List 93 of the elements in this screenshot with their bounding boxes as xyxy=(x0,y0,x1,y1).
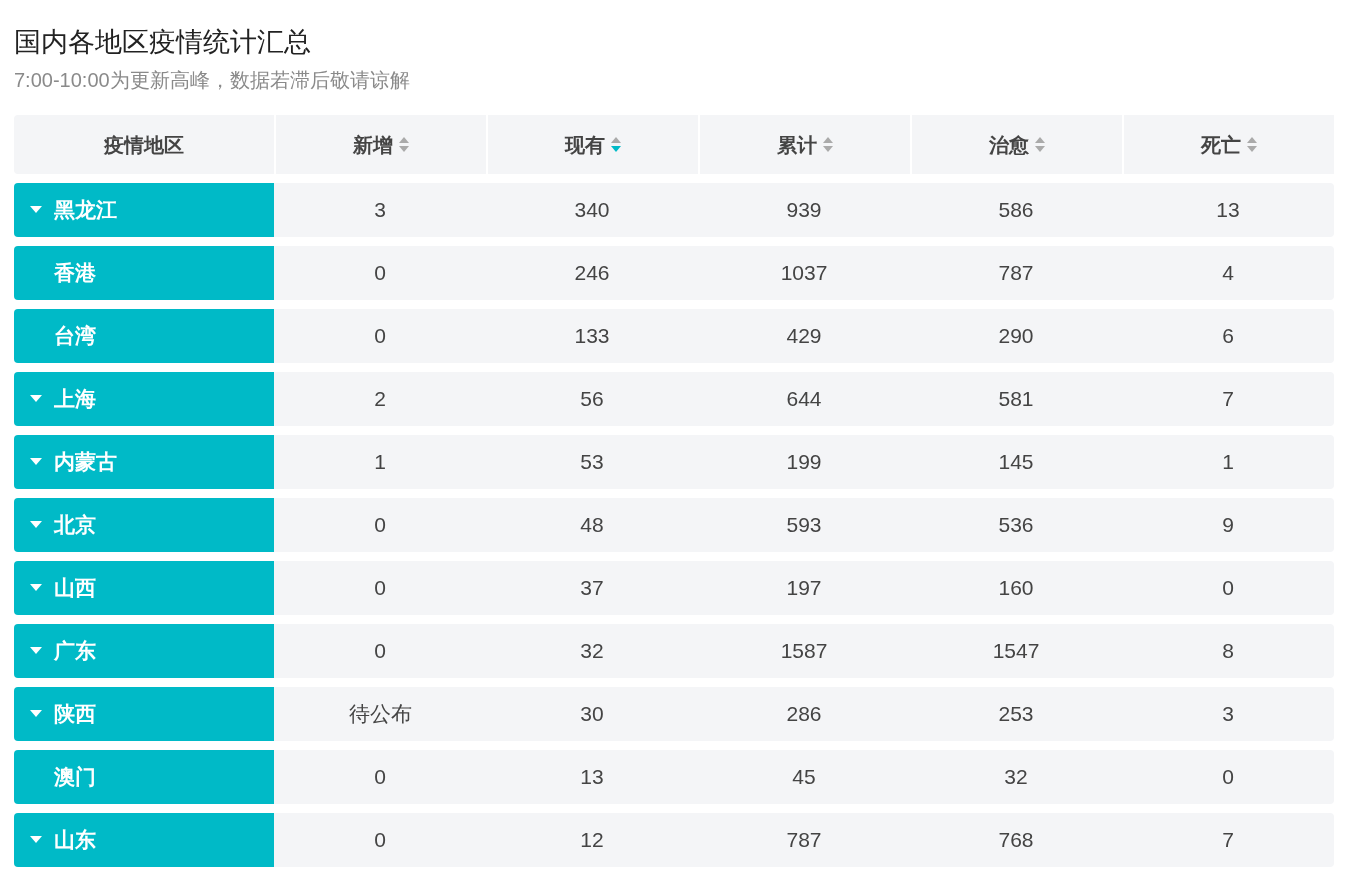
table-cell: 0 xyxy=(1122,561,1334,615)
table-cell: 0 xyxy=(274,246,486,300)
table-cell: 12 xyxy=(486,813,698,867)
table-cell: 13 xyxy=(1122,183,1334,237)
table-cell: 340 xyxy=(486,183,698,237)
table-cell: 0 xyxy=(274,309,486,363)
table-cell: 2 xyxy=(274,372,486,426)
table-cell: 253 xyxy=(910,687,1122,741)
region-name: 山西 xyxy=(54,575,96,602)
region-name: 黑龙江 xyxy=(54,197,117,224)
region-cell[interactable]: 黑龙江 xyxy=(14,183,274,237)
table-cell: 133 xyxy=(486,309,698,363)
table-cell: 0 xyxy=(274,624,486,678)
table-cell: 1037 xyxy=(698,246,910,300)
region-cell[interactable]: 山东 xyxy=(14,813,274,867)
table-cell: 37 xyxy=(486,561,698,615)
column-header[interactable]: 新增 xyxy=(274,115,486,174)
table-cell: 待公布 xyxy=(274,687,486,741)
caret-icon[interactable] xyxy=(30,836,42,844)
caret-icon[interactable] xyxy=(30,521,42,529)
table-cell: 286 xyxy=(698,687,910,741)
column-header[interactable]: 现有 xyxy=(486,115,698,174)
column-header[interactable]: 累计 xyxy=(698,115,910,174)
table-cell: 9 xyxy=(1122,498,1334,552)
table-cell: 1 xyxy=(274,435,486,489)
table-cell: 593 xyxy=(698,498,910,552)
region-cell[interactable]: 北京 xyxy=(14,498,274,552)
table-cell: 536 xyxy=(910,498,1122,552)
table-cell: 586 xyxy=(910,183,1122,237)
table-cell: 145 xyxy=(910,435,1122,489)
table-cell: 56 xyxy=(486,372,698,426)
table-cell: 32 xyxy=(486,624,698,678)
region-name: 北京 xyxy=(54,512,96,539)
table-cell: 644 xyxy=(698,372,910,426)
table-cell: 581 xyxy=(910,372,1122,426)
region-name: 广东 xyxy=(54,638,96,665)
table-cell: 246 xyxy=(486,246,698,300)
table-cell: 6 xyxy=(1122,309,1334,363)
table-cell: 30 xyxy=(486,687,698,741)
table-cell: 1587 xyxy=(698,624,910,678)
table-cell: 0 xyxy=(274,498,486,552)
region-name: 台湾 xyxy=(54,323,96,350)
region-cell[interactable]: 山西 xyxy=(14,561,274,615)
table-cell: 13 xyxy=(486,750,698,804)
table-cell: 8 xyxy=(1122,624,1334,678)
table-cell: 32 xyxy=(910,750,1122,804)
region-name: 山东 xyxy=(54,827,96,854)
table-cell: 199 xyxy=(698,435,910,489)
table-cell: 48 xyxy=(486,498,698,552)
region-cell[interactable]: 台湾 xyxy=(14,309,274,363)
table-cell: 4 xyxy=(1122,246,1334,300)
table-cell: 1547 xyxy=(910,624,1122,678)
region-cell[interactable]: 广东 xyxy=(14,624,274,678)
region-name: 内蒙古 xyxy=(54,449,117,476)
region-cell[interactable]: 香港 xyxy=(14,246,274,300)
table-cell: 787 xyxy=(910,246,1122,300)
table-cell: 0 xyxy=(1122,750,1334,804)
table-cell: 160 xyxy=(910,561,1122,615)
column-header[interactable]: 治愈 xyxy=(910,115,1122,174)
table-cell: 1 xyxy=(1122,435,1334,489)
caret-icon[interactable] xyxy=(30,458,42,466)
region-name: 香港 xyxy=(54,260,96,287)
table-cell: 7 xyxy=(1122,813,1334,867)
caret-icon[interactable] xyxy=(30,395,42,403)
table-cell: 45 xyxy=(698,750,910,804)
column-header[interactable]: 死亡 xyxy=(1122,115,1334,174)
table-cell: 939 xyxy=(698,183,910,237)
table-cell: 3 xyxy=(274,183,486,237)
table-cell: 7 xyxy=(1122,372,1334,426)
update-note: 7:00-10:00为更新高峰，数据若滞后敬请谅解 xyxy=(14,68,411,93)
table-cell: 3 xyxy=(1122,687,1334,741)
caret-icon[interactable] xyxy=(30,206,42,214)
table-cell: 0 xyxy=(274,813,486,867)
region-name: 陕西 xyxy=(54,701,96,728)
region-cell[interactable]: 澳门 xyxy=(14,750,274,804)
table-cell: 53 xyxy=(486,435,698,489)
region-name: 上海 xyxy=(54,386,96,413)
table-cell: 0 xyxy=(274,750,486,804)
region-cell[interactable]: 陕西 xyxy=(14,687,274,741)
table-cell: 768 xyxy=(910,813,1122,867)
column-header: 疫情地区 xyxy=(14,115,274,174)
region-name: 澳门 xyxy=(54,764,96,791)
page-title: 国内各地区疫情统计汇总 xyxy=(14,26,312,59)
caret-icon[interactable] xyxy=(30,710,42,718)
caret-icon[interactable] xyxy=(30,647,42,655)
table-cell: 0 xyxy=(274,561,486,615)
table-cell: 197 xyxy=(698,561,910,615)
table-cell: 290 xyxy=(910,309,1122,363)
table-cell: 787 xyxy=(698,813,910,867)
region-cell[interactable]: 内蒙古 xyxy=(14,435,274,489)
region-cell[interactable]: 上海 xyxy=(14,372,274,426)
caret-icon[interactable] xyxy=(30,584,42,592)
table-cell: 429 xyxy=(698,309,910,363)
